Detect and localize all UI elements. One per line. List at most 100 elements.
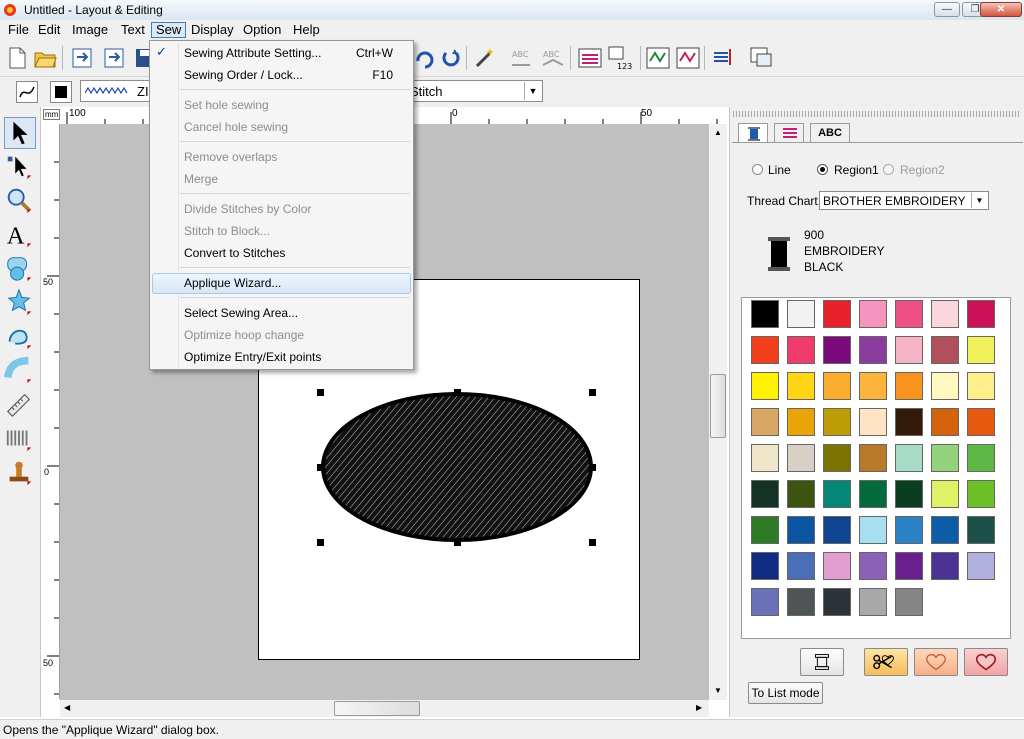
thread-color-swatch[interactable] — [859, 372, 887, 400]
thread-chart-select[interactable]: BROTHER EMBROIDERY ▼ — [819, 191, 989, 210]
thread-color-swatch[interactable] — [931, 444, 959, 472]
thread-color-swatch[interactable] — [751, 516, 779, 544]
outline-tool[interactable] — [4, 321, 36, 353]
thread-color-swatch[interactable] — [751, 300, 779, 328]
thread-color-swatch[interactable] — [895, 372, 923, 400]
import-icon[interactable] — [70, 45, 96, 71]
thread-color-swatch[interactable] — [859, 516, 887, 544]
heart-button[interactable] — [964, 648, 1008, 676]
thread-color-swatch[interactable] — [787, 372, 815, 400]
thread-color-swatch[interactable] — [823, 480, 851, 508]
thread-color-swatch[interactable] — [967, 480, 995, 508]
thread-color-swatch[interactable] — [823, 444, 851, 472]
close-button[interactable]: ✕ — [980, 2, 1022, 17]
design-page-icon[interactable] — [748, 45, 774, 71]
thread-color-swatch[interactable] — [823, 552, 851, 580]
thread-color-swatch[interactable] — [895, 408, 923, 436]
thread-color-swatch[interactable] — [967, 444, 995, 472]
zoom-tool[interactable] — [4, 185, 36, 217]
thread-color-swatch[interactable] — [931, 480, 959, 508]
menu-sew[interactable]: Sew — [151, 22, 187, 38]
selection-handle[interactable] — [317, 539, 324, 546]
vertical-scroll-thumb[interactable] — [710, 374, 726, 438]
thread-color-swatch[interactable] — [823, 300, 851, 328]
thread-color-swatch[interactable] — [895, 300, 923, 328]
selection-handle[interactable] — [317, 389, 324, 396]
stitch-type-select[interactable]: ZI — [80, 80, 150, 102]
thread-color-swatch[interactable] — [751, 444, 779, 472]
shape-tool[interactable] — [4, 253, 36, 285]
thread-color-swatch[interactable] — [751, 588, 779, 616]
minimize-button[interactable]: — — [934, 2, 960, 17]
thread-color-swatch[interactable] — [787, 588, 815, 616]
new-file-icon[interactable] — [4, 45, 30, 71]
selection-handle[interactable] — [454, 389, 461, 396]
manual-punch-tool[interactable] — [4, 355, 36, 387]
thread-color-swatch[interactable] — [931, 408, 959, 436]
text-tool[interactable]: A — [4, 219, 36, 251]
thread-color-swatch[interactable] — [859, 552, 887, 580]
stitch-view-icon[interactable] — [577, 45, 603, 71]
magic-wand-icon[interactable] — [472, 45, 498, 71]
menu-item-applique-wizard[interactable]: Applique Wizard... — [184, 273, 281, 293]
thread-color-swatch[interactable] — [787, 336, 815, 364]
scissors-button[interactable] — [864, 648, 908, 676]
thread-color-swatch[interactable] — [931, 300, 959, 328]
thread-color-swatch[interactable] — [787, 516, 815, 544]
radio-region1[interactable] — [817, 164, 828, 175]
dropdown-arrow-icon[interactable]: ▼ — [524, 82, 541, 100]
thread-color-swatch[interactable] — [967, 300, 995, 328]
stamp-shape-tool[interactable] — [4, 287, 36, 319]
scroll-right-icon[interactable]: ▶ — [696, 703, 702, 712]
open-folder-icon[interactable] — [32, 45, 58, 71]
thread-color-swatch[interactable] — [787, 444, 815, 472]
menu-image[interactable]: Image — [68, 22, 112, 38]
thread-color-swatch[interactable] — [751, 552, 779, 580]
thread-color-swatch[interactable] — [895, 336, 923, 364]
selection-handle[interactable] — [589, 539, 596, 546]
vertical-scrollbar[interactable]: ▲ ▼ — [709, 124, 727, 700]
realistic-view-icon[interactable] — [645, 45, 671, 71]
menu-display[interactable]: Display — [187, 22, 238, 38]
thread-color-swatch[interactable] — [931, 552, 959, 580]
text-arrange-icon[interactable]: ABC — [508, 45, 534, 71]
stitch-edit-tool[interactable] — [4, 423, 36, 455]
measure-tool[interactable] — [4, 389, 36, 421]
radio-region2[interactable] — [883, 164, 894, 175]
menu-item-sewing-attribute[interactable]: Sewing Attribute Setting... — [184, 43, 321, 63]
thread-color-swatch[interactable] — [787, 408, 815, 436]
selection-handle[interactable] — [589, 389, 596, 396]
thread-color-swatch[interactable] — [823, 588, 851, 616]
menu-edit[interactable]: Edit — [34, 22, 64, 38]
menu-item-sewing-order[interactable]: Sewing Order / Lock... — [184, 65, 303, 85]
applique-ellipse[interactable] — [315, 386, 595, 546]
scroll-left-icon[interactable]: ◀ — [64, 703, 70, 712]
preview-icon[interactable] — [675, 45, 701, 71]
selection-handle[interactable] — [589, 464, 596, 471]
export-icon[interactable] — [100, 45, 126, 71]
radio-line[interactable] — [752, 164, 763, 175]
region-sew-icon[interactable] — [50, 81, 72, 103]
dropdown-arrow-icon[interactable]: ▼ — [971, 193, 987, 208]
thread-color-swatch[interactable] — [931, 516, 959, 544]
menu-text[interactable]: Text — [117, 22, 149, 38]
menu-item-select-sewing-area[interactable]: Select Sewing Area... — [184, 303, 298, 323]
to-list-mode-button[interactable]: To List mode — [748, 682, 823, 704]
thread-color-swatch[interactable] — [823, 408, 851, 436]
thread-color-swatch[interactable] — [931, 336, 959, 364]
redo-icon[interactable] — [412, 45, 438, 71]
menu-help[interactable]: Help — [289, 22, 324, 38]
thread-spool-button[interactable] — [800, 648, 844, 676]
thread-color-swatch[interactable] — [895, 552, 923, 580]
thread-color-swatch[interactable] — [967, 516, 995, 544]
thread-color-swatch[interactable] — [967, 408, 995, 436]
thread-color-swatch[interactable] — [823, 516, 851, 544]
thread-color-swatch[interactable] — [859, 480, 887, 508]
line-sew-icon[interactable] — [16, 81, 38, 103]
selection-handle[interactable] — [317, 464, 324, 471]
selection-handle[interactable] — [454, 539, 461, 546]
tab-stitch[interactable] — [774, 123, 804, 143]
thread-color-swatch[interactable] — [859, 300, 887, 328]
tab-thread[interactable] — [738, 123, 768, 143]
thread-color-swatch[interactable] — [859, 444, 887, 472]
